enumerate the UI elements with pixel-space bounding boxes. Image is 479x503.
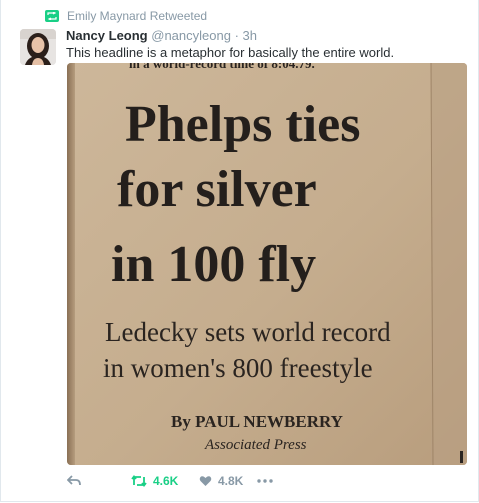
headline-line-2: for silver xyxy=(117,161,317,218)
tweet-header: Nancy Leong @nancyleong · 3h xyxy=(66,27,257,45)
retweet-context: Emily Maynard Retweeted xyxy=(45,8,207,24)
page-edge-left xyxy=(67,63,75,465)
like-button[interactable]: 4.8K xyxy=(199,470,243,492)
retweet-icon xyxy=(131,475,147,487)
clipped-top-line: in a world-record time of 8:04.79. xyxy=(129,63,315,71)
heart-icon xyxy=(199,476,212,486)
reply-button[interactable] xyxy=(67,470,87,492)
tweet-photo[interactable]: in a world-record time of 8:04.79. Phelp… xyxy=(67,63,467,465)
headline-line-3: in 100 fly xyxy=(111,236,316,293)
page-fold-right xyxy=(431,63,467,465)
retweet-button[interactable]: 4.6K xyxy=(131,470,178,492)
tweet-card[interactable]: Emily Maynard Retweeted Nancy Leong @nan… xyxy=(0,0,479,502)
timestamp[interactable]: 3h xyxy=(243,28,257,43)
subhead-line-2: in women's 800 freestyle xyxy=(103,353,373,383)
tweet-actions: 4.6K 4.8K xyxy=(67,470,467,492)
avatar[interactable] xyxy=(20,29,56,65)
separator-dot: · xyxy=(234,28,239,43)
tweet-text: This headline is a metaphor for basicall… xyxy=(66,45,395,60)
author-name[interactable]: Nancy Leong xyxy=(66,28,148,43)
retweet-badge-icon xyxy=(45,10,59,22)
subhead-line-1: Ledecky sets world record xyxy=(105,317,391,347)
author-handle[interactable]: @nancyleong xyxy=(151,28,231,43)
retweet-context-text[interactable]: Emily Maynard Retweeted xyxy=(67,9,207,23)
more-button[interactable] xyxy=(257,470,279,492)
byline-agency: Associated Press xyxy=(204,437,307,453)
more-dots-icon xyxy=(257,479,273,483)
headline-line-1: Phelps ties xyxy=(125,96,360,153)
byline: By PAUL NEWBERRY xyxy=(171,412,343,431)
like-count: 4.8K xyxy=(218,474,244,488)
reply-icon xyxy=(67,475,81,486)
retweet-count: 4.6K xyxy=(153,474,179,488)
